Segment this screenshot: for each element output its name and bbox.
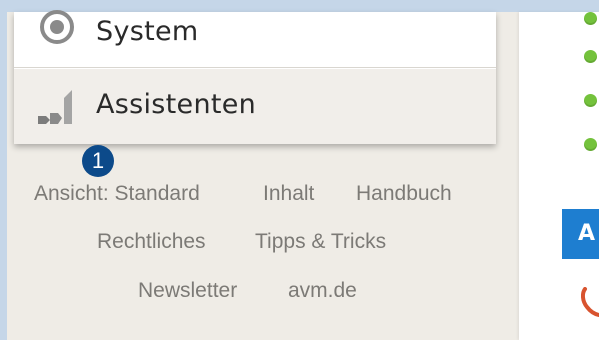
status-dot	[584, 94, 597, 107]
sidebar: System Assistenten 1 Ansicht: Standard I…	[7, 10, 519, 340]
status-dot	[584, 138, 597, 151]
status-dot	[584, 12, 597, 25]
menu-item-system[interactable]: System	[14, 0, 496, 68]
menu-item-label: System	[96, 16, 199, 47]
phone-icon	[581, 287, 599, 317]
menu-item-assistenten[interactable]: Assistenten	[14, 69, 496, 144]
footer-link-ansicht[interactable]: Ansicht: Standard	[34, 182, 200, 206]
status-dot	[584, 50, 597, 63]
footer-link-handbuch[interactable]: Handbuch	[356, 182, 452, 206]
footer-link-newsletter[interactable]: Newsletter	[138, 279, 237, 303]
menu-item-label: Assistenten	[96, 89, 257, 120]
footer-link-tipps[interactable]: Tipps & Tricks	[255, 230, 386, 254]
footer-link-avm[interactable]: avm.de	[288, 279, 357, 303]
section-header: A	[562, 209, 599, 259]
step-badge: 1	[82, 145, 114, 177]
stage: System Assistenten 1 Ansicht: Standard I…	[0, 0, 599, 340]
menu-card: System Assistenten	[14, 10, 496, 144]
footer-link-inhalt[interactable]: Inhalt	[263, 182, 314, 206]
system-icon	[40, 10, 74, 44]
footer-link-rechtliches[interactable]: Rechtliches	[97, 230, 206, 254]
wizard-icon	[38, 90, 72, 124]
main-content: A	[519, 12, 599, 340]
